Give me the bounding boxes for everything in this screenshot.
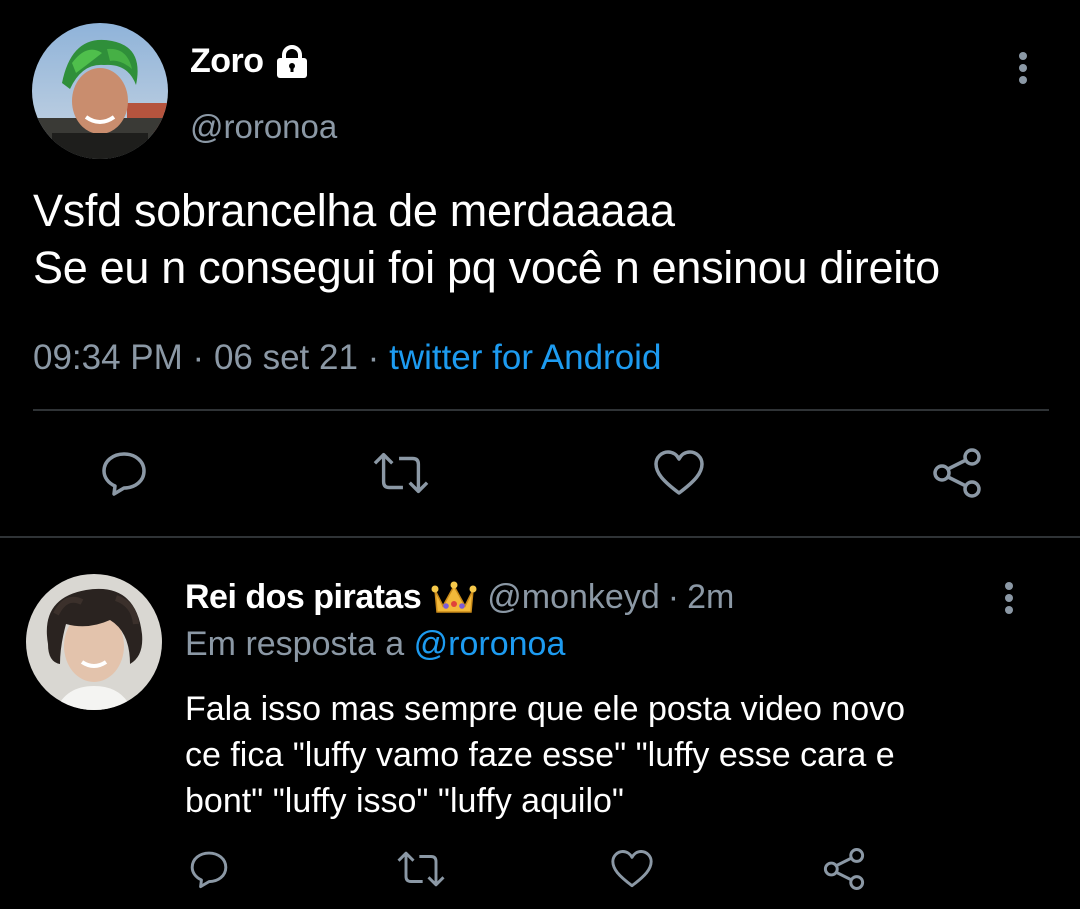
like-button[interactable] — [650, 444, 708, 502]
more-vertical-icon — [1005, 582, 1013, 614]
share-button[interactable] — [928, 444, 986, 502]
tweet-meta: 09:34 PM · 06 set 21 · twitter for Andro… — [33, 338, 661, 378]
retweet-icon — [397, 851, 445, 887]
reply-like-button[interactable] — [603, 840, 661, 898]
meta-separator: · — [367, 338, 380, 377]
crown-emoji-icon — [431, 580, 477, 616]
tweet-text-line: Se eu n consegui foi pq você n ensinou d… — [33, 242, 940, 293]
reply-text-line: Fala isso mas sempre que ele posta video… — [185, 690, 906, 728]
reply-age: 2m — [687, 578, 735, 616]
replying-to: Em resposta a @roronoa — [185, 625, 565, 664]
reply-text: Fala isso mas sempre que ele posta video… — [185, 686, 1045, 824]
reply-reply-button[interactable] — [180, 840, 238, 898]
avatar-zoro[interactable] — [32, 23, 168, 159]
reply-text-line: bont" "luffy isso" "luffy aquilo" — [185, 782, 624, 820]
tweet-text-line: Vsfd sobrancelha de merdaaaaa — [33, 185, 675, 236]
author-handle[interactable]: @roronoa — [190, 108, 337, 146]
reply-actions — [0, 840, 1080, 900]
display-name[interactable]: Zoro — [190, 42, 264, 81]
more-options-button[interactable] — [1010, 50, 1036, 90]
reply-text-line: ce fica "luffy vamo faze esse" "luffy es… — [185, 736, 895, 774]
reply-icon — [102, 452, 146, 496]
heart-icon — [654, 450, 704, 495]
avatar-rei-dos-piratas[interactable] — [26, 574, 162, 710]
reply-header: Rei dos piratas @monkeyd · 2m — [185, 578, 734, 617]
tweet-date: 06 set 21 — [213, 338, 358, 377]
reply-prefix: Em resposta a — [185, 625, 405, 663]
reply-display-name[interactable]: Rei dos piratas — [185, 578, 422, 617]
reply-share-button[interactable] — [815, 840, 873, 898]
meta-separator: · — [192, 338, 205, 377]
tweet-text: Vsfd sobrancelha de merdaaaaa Se eu n co… — [33, 182, 940, 296]
tweet-time: 09:34 PM — [33, 338, 183, 377]
retweet-button[interactable] — [372, 444, 430, 502]
heart-icon — [611, 850, 653, 888]
share-icon — [823, 848, 865, 890]
more-vertical-icon — [1019, 52, 1027, 84]
tweet-source-link[interactable]: twitter for Android — [389, 338, 661, 377]
share-icon — [933, 448, 981, 498]
reply-handle[interactable]: @monkeyd — [487, 578, 659, 617]
author-name[interactable]: Zoro — [190, 42, 310, 81]
lock-icon — [274, 44, 310, 79]
reply-button[interactable] — [95, 444, 153, 502]
reply-more-options-button[interactable] — [996, 580, 1022, 620]
divider — [33, 409, 1049, 411]
meta-separator: · — [667, 578, 680, 616]
tweet-actions — [0, 444, 1080, 504]
retweet-icon — [373, 452, 429, 494]
reply-mention-link[interactable]: @roronoa — [414, 625, 566, 663]
section-divider — [0, 536, 1080, 538]
reply-icon — [190, 851, 228, 889]
reply-retweet-button[interactable] — [392, 840, 450, 898]
